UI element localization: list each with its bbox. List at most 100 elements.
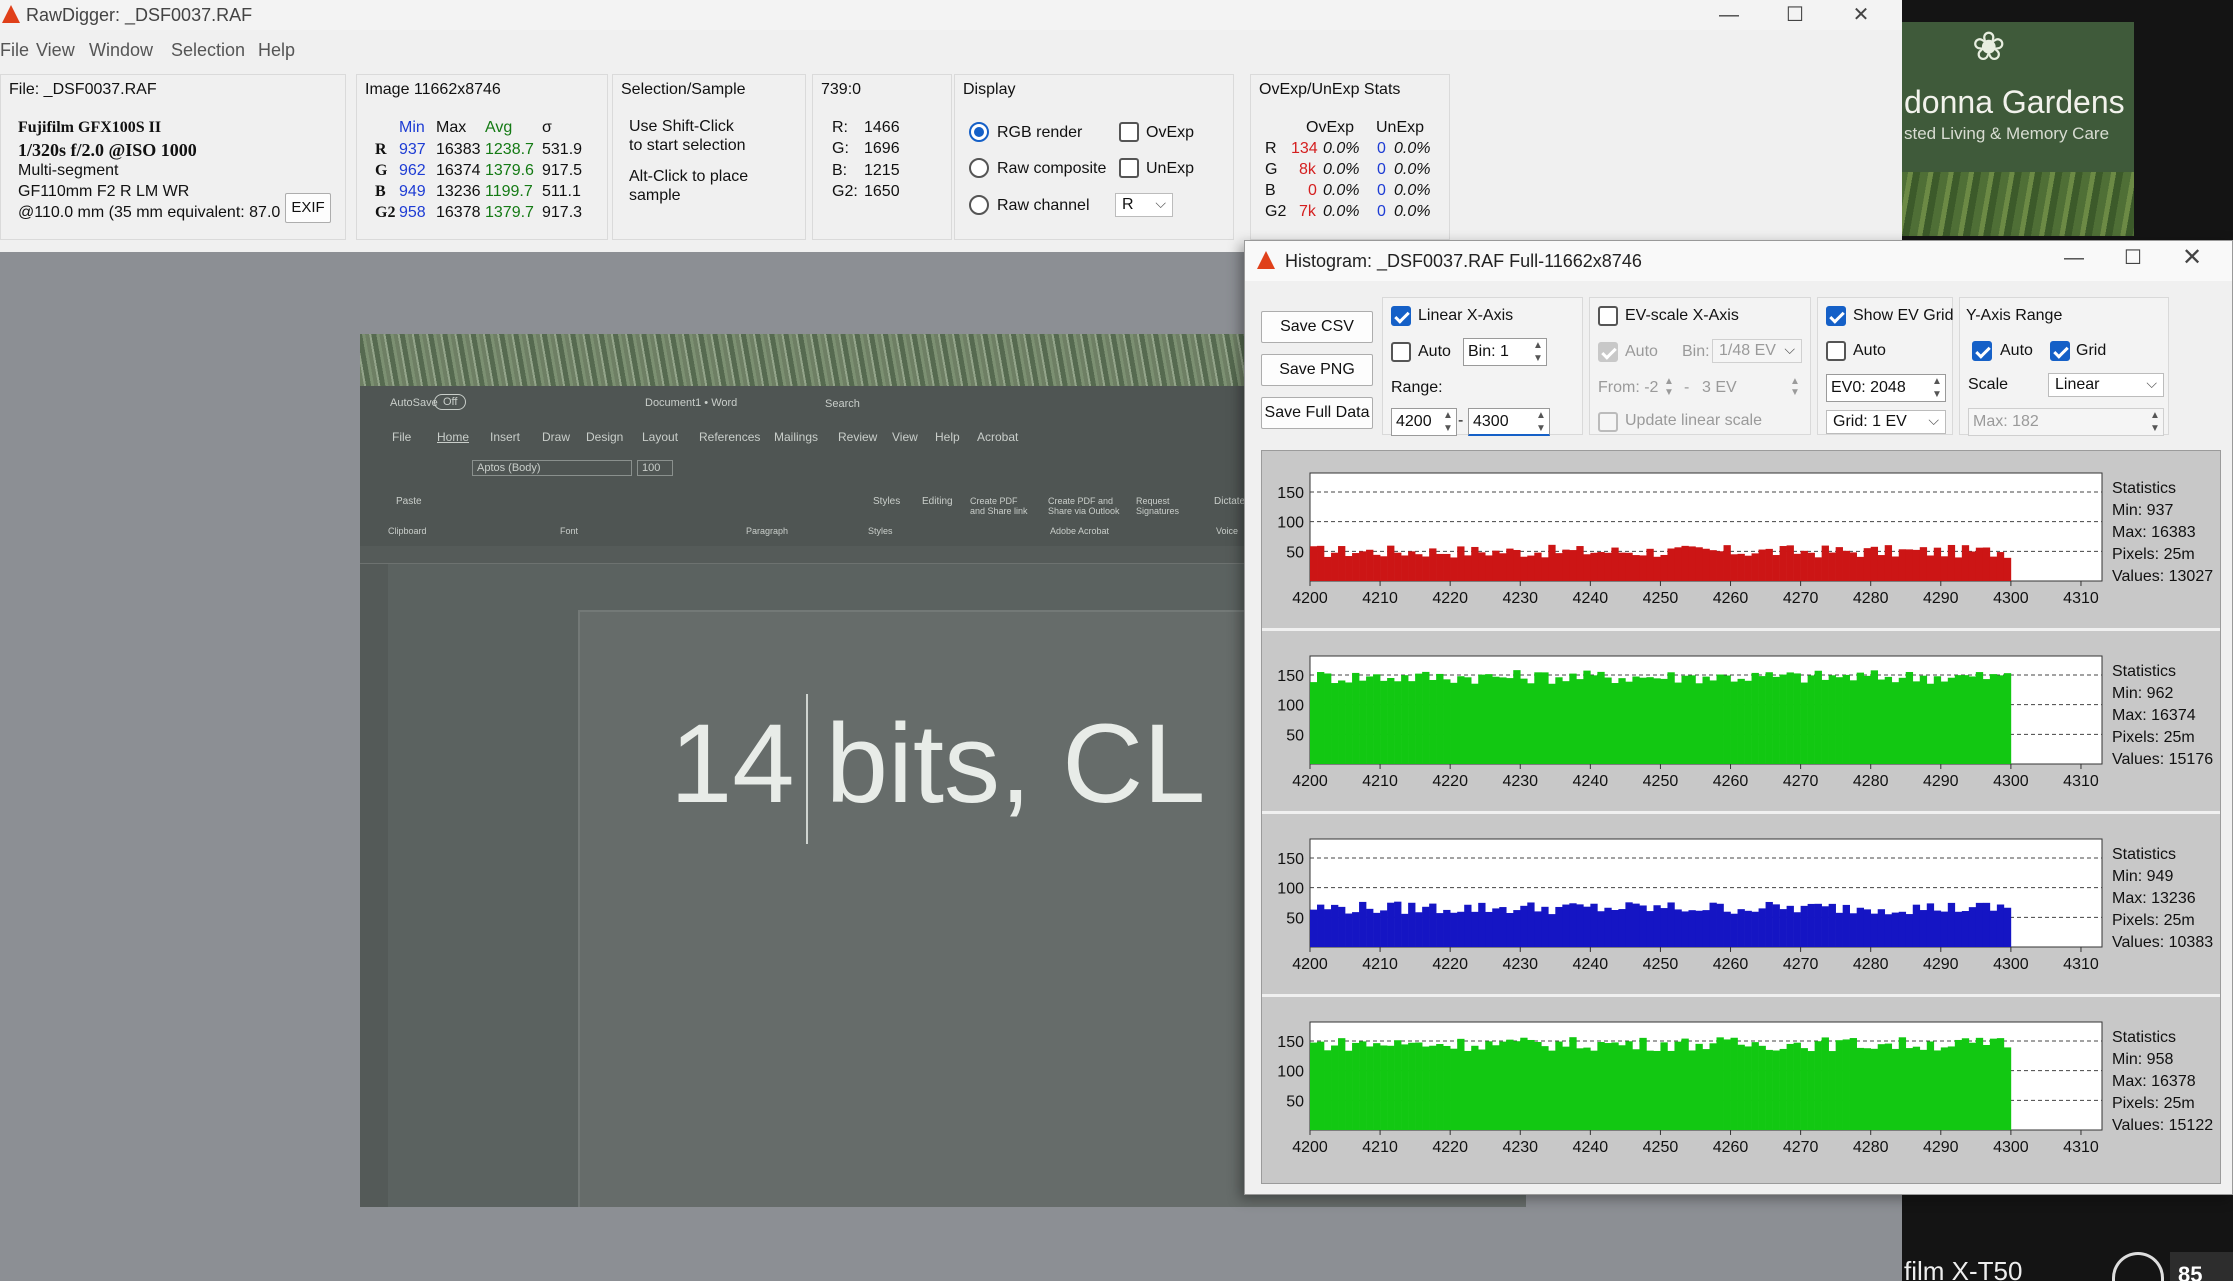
range-to-spinner[interactable]: 4300 ▲ ▼ (1468, 408, 1550, 436)
histogram-bar (1933, 1050, 1942, 1130)
histogram-bar (1646, 677, 1654, 764)
ev-bin-select[interactable]: 1/48 EV ⌵ (1712, 339, 1802, 363)
save-csv-button[interactable]: Save CSV (1261, 311, 1373, 343)
histogram-bar (1814, 1041, 1822, 1130)
histogram-bar (1618, 909, 1626, 947)
stats-values: Values: 13027 (2112, 568, 2213, 585)
histogram-bar (1842, 1039, 1850, 1130)
range-from-spinner[interactable]: 4200 ▲ ▼ (1391, 408, 1457, 436)
histogram-bar (1625, 552, 1633, 581)
histogram-bar (1723, 675, 1731, 764)
histogram-bar (1408, 551, 1416, 581)
site-name: donna Gardens (1904, 84, 2125, 120)
histogram-bar (1702, 910, 1710, 947)
histogram-bar (1828, 552, 1836, 581)
y-grid-checkbox[interactable] (2050, 341, 2070, 361)
linear-x-axis-checkbox[interactable] (1391, 306, 1411, 326)
ev-scale-checkbox[interactable] (1598, 306, 1618, 326)
histogram-window: Histogram: _DSF0037.RAF Full-11662x8746 … (1244, 240, 2233, 1195)
menubar: File View Window Selection Help (0, 38, 1902, 64)
minimize-button[interactable]: — (1696, 0, 1762, 30)
y-auto-checkbox[interactable] (1972, 341, 1992, 361)
menu-view[interactable]: View (36, 40, 75, 61)
spinner-arrows-icon[interactable]: ▲ ▼ (1790, 376, 1800, 398)
menu-file[interactable]: File (0, 40, 29, 61)
histogram-bar (1527, 902, 1535, 947)
x-tick-label: 4270 (1783, 956, 1819, 973)
histogram-bar (1590, 1050, 1598, 1130)
show-ev-grid-checkbox[interactable] (1826, 306, 1846, 326)
exif-button[interactable]: EXIF (285, 193, 331, 223)
word-font-size: 100 (637, 460, 673, 476)
histogram-bar (1996, 1038, 2005, 1130)
focal-length: @110.0 mm (35 mm equivalent: 87.0 (18, 204, 281, 221)
histogram-bar (1751, 911, 1759, 947)
histogram-bar (1835, 1040, 1843, 1130)
spinner-arrows-icon[interactable]: ▲ ▼ (2149, 409, 2161, 435)
save-full-data-button[interactable]: Save Full Data (1261, 397, 1373, 429)
word-tab-layout: Layout (642, 430, 679, 444)
menu-selection[interactable]: Selection (171, 40, 245, 61)
histogram-bar (1520, 905, 1528, 947)
cursor-coords: 739:0 (821, 81, 862, 98)
histogram-bar (1443, 1045, 1451, 1130)
ovexp-checkbox[interactable] (1119, 122, 1139, 142)
raw-composite-radio[interactable] (969, 158, 989, 178)
maximize-button[interactable]: ☐ (1762, 0, 1828, 30)
scale-select[interactable]: Linear ⌵ (2048, 373, 2164, 397)
histogram-bar (1352, 672, 1360, 764)
histogram-bar (1338, 546, 1346, 581)
histogram-bar (1352, 553, 1360, 581)
spinner-arrows-icon[interactable]: ▲ ▼ (1442, 409, 1454, 435)
histogram-bar (1723, 911, 1731, 947)
histogram-bar (1324, 556, 1332, 581)
rgb-render-radio[interactable] (969, 122, 989, 142)
spinner-arrows-icon[interactable]: ▲ ▼ (1535, 409, 1547, 435)
histogram-bar (1541, 557, 1549, 581)
y-tick-label: 150 (1277, 851, 1304, 868)
close-button[interactable]: ✕ (1828, 0, 1894, 30)
ev-grid-select[interactable]: Grid: 1 EV ⌵ (1826, 410, 1946, 434)
spinner-arrows-icon[interactable]: ▲ ▼ (1931, 375, 1943, 401)
histogram-bar (1359, 901, 1367, 947)
y-max-spinner[interactable]: Max: 182 ▲ ▼ (1968, 408, 2164, 436)
x-tick-label: 4240 (1573, 956, 1609, 973)
histogram-bar (1730, 1037, 1738, 1130)
histogram-bar (1583, 554, 1591, 581)
histogram-maximize-button[interactable]: ☐ (2100, 243, 2166, 273)
ev0-spinner[interactable]: EV0: 2048 ▲ ▼ (1826, 374, 1946, 402)
histogram-bar (1576, 546, 1584, 581)
linear-bin-spinner[interactable]: Bin: 1 ▲ ▼ (1463, 338, 1547, 366)
word-tab-view: View (892, 430, 918, 444)
histogram-bar (1744, 680, 1752, 764)
histogram-bar (1450, 912, 1458, 947)
raw-channel-radio[interactable] (969, 195, 989, 215)
menu-help[interactable]: Help (258, 40, 295, 61)
update-linear-checkbox[interactable] (1598, 412, 1618, 432)
x-tick-label: 4280 (1853, 590, 1889, 607)
pixel-g-value: 1696 (864, 140, 900, 157)
foliage-image (1900, 172, 2134, 236)
file-info-panel: File: _DSF0037.RAF Fujifilm GFX100S II 1… (0, 74, 346, 240)
ev-auto-checkbox[interactable] (1598, 342, 1618, 362)
histogram-bar (1597, 552, 1605, 581)
word-dictate: Dictate (1214, 496, 1246, 507)
histogram-minimize-button[interactable]: — (2041, 243, 2107, 273)
histogram-bar (1569, 550, 1577, 581)
spinner-arrows-icon[interactable]: ▲ ▼ (1532, 339, 1544, 365)
spinner-arrows-icon[interactable]: ▲ ▼ (1664, 376, 1674, 398)
histogram-bar (1380, 910, 1388, 947)
histogram-bar (1373, 554, 1381, 581)
metering-mode: Multi-segment (18, 162, 119, 179)
histogram-close-button[interactable]: ✕ (2159, 243, 2225, 273)
save-png-button[interactable]: Save PNG (1261, 354, 1373, 386)
unexp-checkbox[interactable] (1119, 158, 1139, 178)
menu-window[interactable]: Window (89, 40, 153, 61)
range-label: Range: (1391, 379, 1443, 396)
x-tick-label: 4310 (2063, 773, 2099, 790)
ev-grid-auto-checkbox[interactable] (1826, 341, 1846, 361)
histogram-bar (1667, 902, 1675, 947)
histogram-bar (1387, 545, 1395, 581)
raw-channel-select[interactable]: R ⌵ (1115, 193, 1173, 217)
linear-auto-checkbox[interactable] (1391, 342, 1411, 362)
